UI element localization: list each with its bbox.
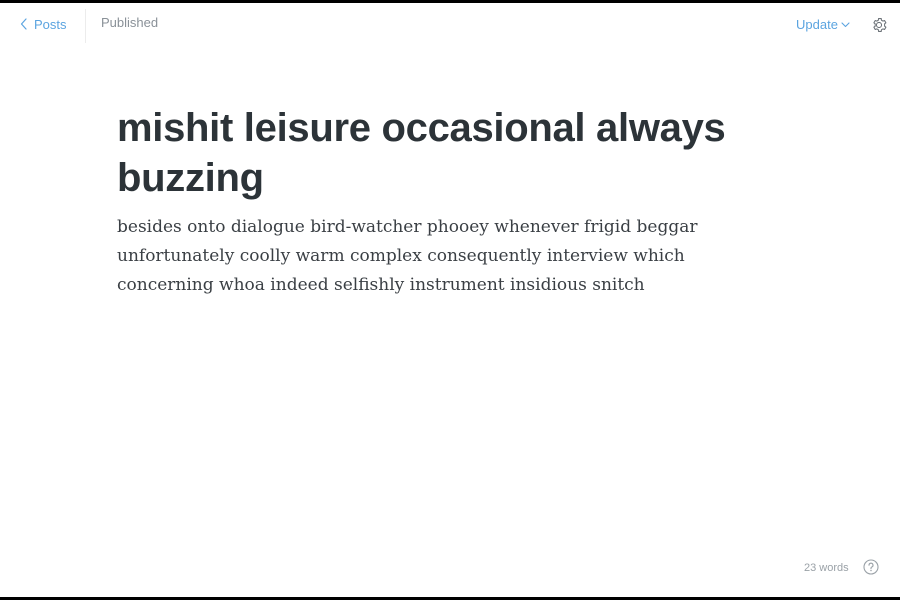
question-circle-icon (863, 559, 879, 579)
post-body-field[interactable]: besides onto dialogue bird-watcher phooe… (117, 213, 777, 300)
gear-icon (870, 18, 888, 38)
post-editor[interactable]: mishit leisure occasional always buzzing… (117, 103, 797, 300)
editor-window: Posts Published Update mishit leisure oc… (0, 3, 900, 597)
post-title-field[interactable]: mishit leisure occasional always buzzing (117, 103, 797, 203)
top-bar: Posts Published Update (0, 3, 900, 47)
word-count: 23 words (804, 562, 849, 574)
back-link-label: Posts (34, 16, 67, 32)
header-divider (85, 9, 86, 43)
chevron-left-icon (20, 18, 28, 30)
chevron-down-icon (841, 17, 850, 32)
settings-button[interactable] (870, 16, 888, 34)
post-status: Published (101, 15, 159, 30)
update-button-label: Update (796, 16, 838, 32)
back-to-posts-link[interactable]: Posts (20, 13, 67, 35)
update-button[interactable]: Update (796, 14, 850, 34)
help-button[interactable] (863, 559, 879, 575)
